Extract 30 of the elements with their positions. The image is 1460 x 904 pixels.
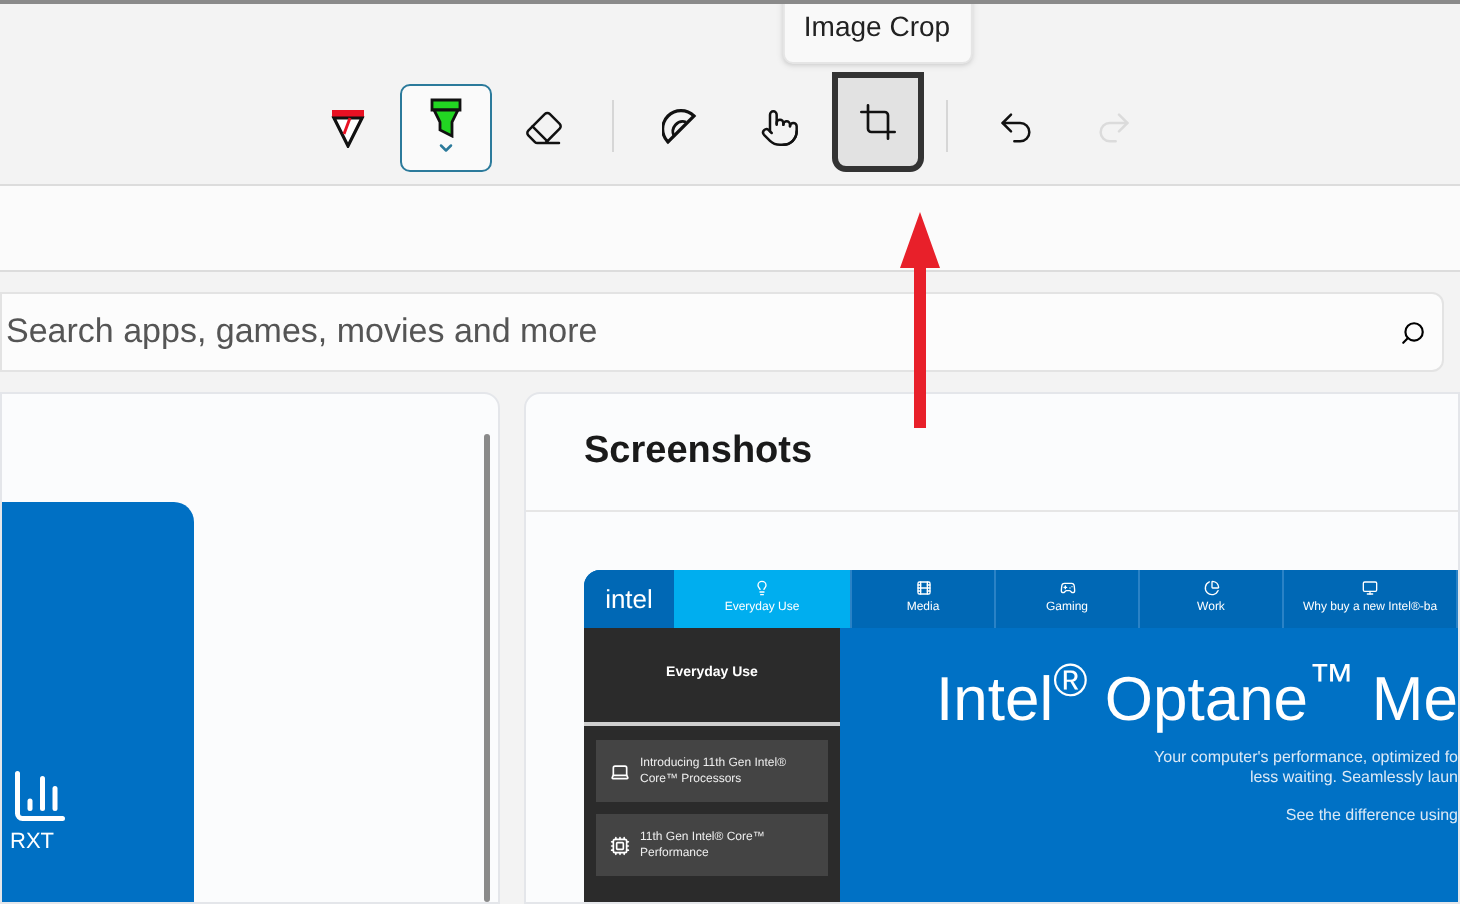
hero-text: less waiting. Seamlessly laun (1249, 768, 1458, 788)
redo-icon (1093, 108, 1133, 148)
intel-logo: intel (603, 581, 655, 618)
tooltip: Image Crop (781, 4, 973, 64)
tile-label: RXT (10, 827, 56, 857)
chart-icon (10, 765, 70, 825)
search-input[interactable]: Search apps, games, movies and more (6, 306, 1400, 358)
tab-icon (1059, 580, 1075, 596)
tab-icon (1203, 580, 1219, 596)
eraser-icon (523, 108, 563, 148)
chevron-icon (435, 138, 455, 158)
pen-icon (329, 108, 365, 148)
tab-icon (915, 580, 931, 596)
protractor-icon (661, 108, 701, 148)
laptop-icon (610, 761, 630, 781)
crop-tool-button[interactable] (831, 72, 923, 172)
crop-icon (857, 102, 897, 142)
chip-icon (610, 835, 630, 855)
hero-text: See the difference using (1285, 804, 1458, 828)
highlighter-icon (427, 98, 463, 138)
highlighter-tool-button[interactable] (399, 84, 491, 172)
tab-icon (1362, 580, 1378, 596)
scrollbar[interactable] (484, 434, 490, 902)
search-icon (1400, 319, 1426, 345)
tab-icon (754, 580, 770, 596)
search-field[interactable]: Search apps, games, movies and more (0, 292, 1444, 372)
hero-heading: Intel$^{®}$ Optane$^{™}$ Me (936, 664, 1458, 736)
hero-text: Your computer's performance, optimized fo (1154, 748, 1458, 768)
section-title: Screenshots (584, 427, 813, 476)
touch-writing-icon (759, 108, 799, 148)
